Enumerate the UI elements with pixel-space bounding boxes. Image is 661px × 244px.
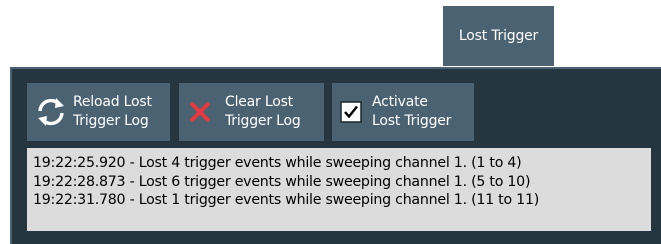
- tab-lost-trigger-label: Lost Trigger: [458, 28, 539, 44]
- activate-label-line2: Lost Trigger: [372, 113, 452, 129]
- close-icon: [185, 101, 215, 123]
- log-line: 19:22:28.873 - Lost 6 trigger events whi…: [33, 173, 531, 190]
- checkbox-checked-icon[interactable]: [338, 101, 364, 123]
- reload-lost-trigger-log-button[interactable]: Reload Lost Trigger Log: [27, 83, 170, 141]
- reload-button-label: Reload Lost Trigger Log: [73, 93, 152, 131]
- clear-lost-trigger-log-button[interactable]: Clear Lost Trigger Log: [179, 83, 324, 141]
- lost-trigger-log[interactable]: 19:22:25.920 - Lost 4 trigger events whi…: [27, 148, 651, 231]
- refresh-icon: [31, 97, 71, 127]
- activate-button-label: Activate Lost Trigger: [372, 93, 451, 131]
- lost-trigger-panel: Reload Lost Trigger Log Clear Lost Trigg…: [10, 67, 661, 244]
- tab-lost-trigger[interactable]: Lost Trigger: [443, 6, 554, 66]
- clear-label-line2: Trigger Log: [225, 113, 301, 129]
- lost-trigger-dialog: Lost Trigger Reload Lost Trigger Log Cle…: [0, 0, 661, 244]
- activate-label-line1: Activate: [372, 94, 428, 110]
- clear-button-label: Clear Lost Trigger Log: [225, 93, 301, 131]
- reload-label-line2: Trigger Log: [73, 113, 149, 129]
- reload-label-line1: Reload Lost: [73, 94, 152, 110]
- log-line: 19:22:31.780 - Lost 1 trigger events whi…: [33, 192, 540, 208]
- activate-lost-trigger-checkbox-button[interactable]: Activate Lost Trigger: [332, 83, 474, 141]
- log-line: 19:22:25.920 - Lost 4 trigger events whi…: [33, 155, 522, 171]
- clear-label-line1: Clear Lost: [225, 94, 293, 110]
